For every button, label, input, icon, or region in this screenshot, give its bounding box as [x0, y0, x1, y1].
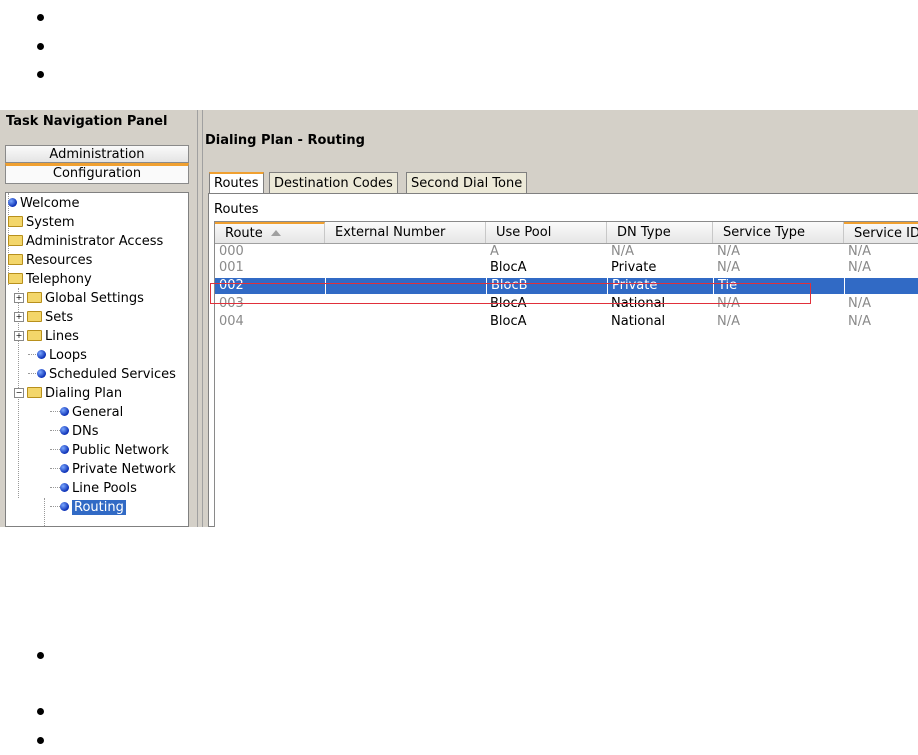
bullet-point: [37, 708, 44, 715]
folder-icon: [8, 273, 23, 284]
folder-icon: [8, 235, 23, 246]
table-row[interactable]: 003 BlocA National N/A N/A: [215, 296, 918, 312]
collapse-icon[interactable]: −: [14, 387, 24, 398]
bullet-point: [37, 14, 44, 21]
tree-item-system[interactable]: System: [8, 213, 74, 232]
dot-icon: [60, 445, 69, 454]
table-header: Route External Number Use Pool DN Type S…: [215, 222, 918, 244]
dot-icon: [60, 502, 69, 511]
folder-icon: [27, 330, 42, 341]
main-panel: Dialing Plan - Routing Routes Destinatio…: [203, 110, 918, 527]
tree-item-global-settings[interactable]: + Global Settings: [14, 289, 144, 308]
column-header-dn-type[interactable]: DN Type: [607, 222, 713, 243]
tree-item-telephony[interactable]: Telephony: [8, 270, 92, 289]
tree-item-general[interactable]: General: [60, 403, 123, 422]
navigation-tree: Welcome System Administrator Access Reso…: [5, 192, 189, 527]
tree-item-routing[interactable]: Routing: [60, 498, 126, 517]
tree-item-welcome[interactable]: Welcome: [8, 194, 79, 213]
tab-second-dial-tone[interactable]: Second Dial Tone: [406, 172, 528, 193]
tree-item-line-pools[interactable]: Line Pools: [60, 479, 137, 498]
table-row-selected[interactable]: 002 BlocB Private Tie: [215, 278, 918, 294]
tree-item-dialing-plan[interactable]: − Dialing Plan: [14, 384, 122, 403]
bullet-point: [37, 652, 44, 659]
administration-button[interactable]: Administration: [5, 145, 189, 163]
configuration-button[interactable]: Configuration: [5, 163, 189, 184]
tree-item-public-network[interactable]: Public Network: [60, 441, 169, 460]
dot-icon: [37, 369, 46, 378]
tree-item-lines[interactable]: + Lines: [14, 327, 79, 346]
panel-title: Task Navigation Panel: [6, 114, 168, 129]
application-window: Task Navigation Panel Administration Con…: [0, 110, 918, 527]
dot-icon: [60, 483, 69, 492]
column-header-use-pool[interactable]: Use Pool: [486, 222, 607, 243]
dot-icon: [60, 407, 69, 416]
tree-item-resources[interactable]: Resources: [8, 251, 92, 270]
page-title: Dialing Plan - Routing: [205, 133, 365, 148]
column-header-service-type[interactable]: Service Type: [713, 222, 844, 243]
expand-icon[interactable]: +: [14, 292, 24, 303]
tree-item-dns[interactable]: DNs: [60, 422, 99, 441]
expand-icon[interactable]: +: [14, 311, 24, 322]
table-row[interactable]: 000 A N/A N/A N/A: [215, 244, 918, 260]
tab-destination-codes[interactable]: Destination Codes: [269, 172, 398, 193]
folder-icon: [27, 292, 42, 303]
routes-tab-panel: Routes Route External Number Use Pool DN…: [208, 193, 918, 527]
bullet-point: [37, 737, 44, 744]
routes-table: Route External Number Use Pool DN Type S…: [214, 221, 918, 527]
dot-icon: [60, 426, 69, 435]
bullet-point: [37, 71, 44, 78]
tree-item-loops[interactable]: Loops: [37, 346, 87, 365]
dot-icon: [37, 350, 46, 359]
bullet-point: [37, 43, 44, 50]
table-row[interactable]: 001 BlocA Private N/A N/A: [215, 260, 918, 276]
dot-icon: [8, 198, 17, 207]
folder-icon: [27, 387, 42, 398]
folder-icon: [8, 216, 23, 227]
task-navigation-panel: Task Navigation Panel Administration Con…: [0, 110, 197, 527]
column-header-external-number[interactable]: External Number: [325, 222, 486, 243]
sort-ascending-icon: [270, 229, 281, 236]
table-row[interactable]: 004 BlocA National N/A N/A: [215, 314, 918, 330]
column-header-service-id[interactable]: Service ID: [844, 222, 918, 243]
tab-routes[interactable]: Routes: [209, 172, 264, 193]
folder-icon: [8, 254, 23, 265]
dot-icon: [60, 464, 69, 473]
tree-item-scheduled-services[interactable]: Scheduled Services: [37, 365, 176, 384]
tree-item-private-network[interactable]: Private Network: [60, 460, 176, 479]
folder-icon: [27, 311, 42, 322]
column-header-route[interactable]: Route: [215, 222, 325, 243]
section-label: Routes: [214, 202, 259, 217]
expand-icon[interactable]: +: [14, 330, 24, 341]
tree-item-administrator-access[interactable]: Administrator Access: [8, 232, 163, 251]
tree-item-sets[interactable]: + Sets: [14, 308, 73, 327]
